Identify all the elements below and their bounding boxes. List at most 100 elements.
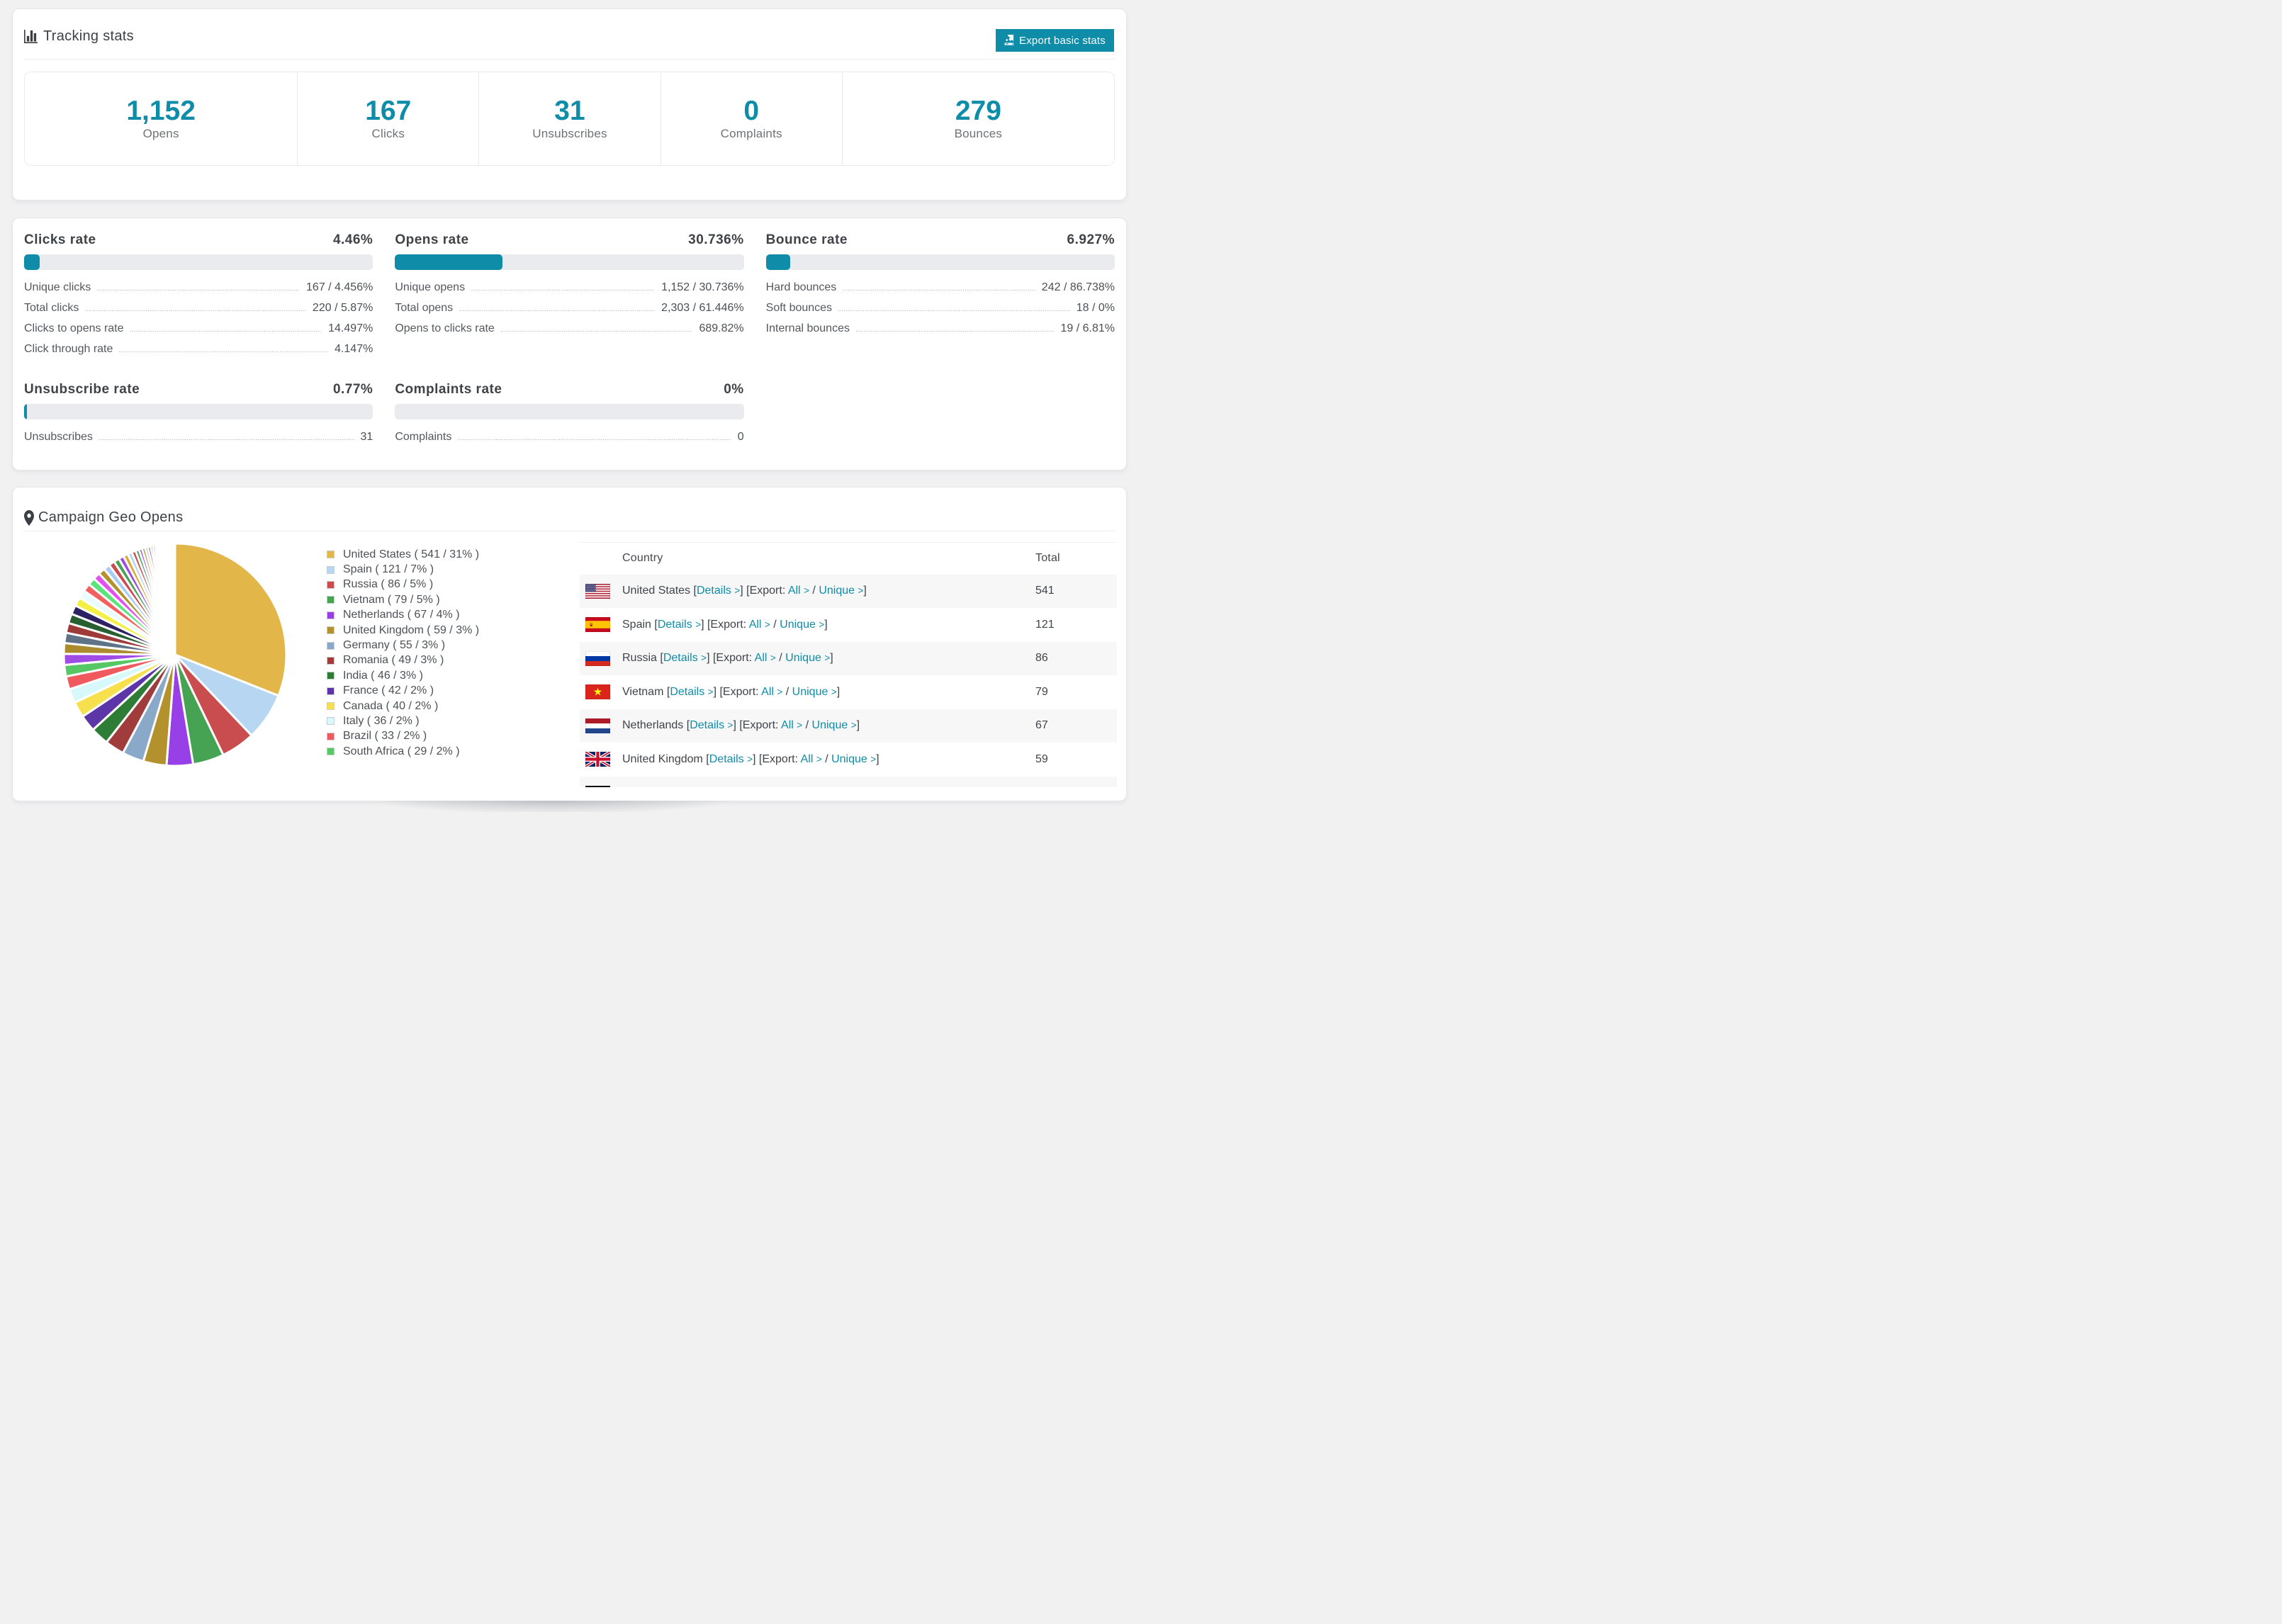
dotted-leader [459,310,656,312]
export-all-link[interactable]: All > [788,585,809,597]
legend-swatch [327,580,335,589]
rate-title: Clicks rate [24,232,96,247]
flag-us-icon [585,583,610,599]
dotted-leader [855,330,1055,332]
flag-column-header [580,542,622,575]
legend-item: South Africa ( 29 / 2% ) [327,744,479,759]
details-link[interactable]: Details > [697,585,740,597]
export-unique-link[interactable]: Unique > [819,585,863,597]
flag-es-icon [585,617,610,633]
export-unique-link[interactable]: Unique > [792,686,837,698]
dotted-leader [500,330,693,332]
country-cell: Vietnam [Details >] [Export: All > / Uni… [622,685,841,698]
stats-strip: 1,152 Opens 167 Clicks 31 Unsubscribes 0 Compla… [24,72,1115,166]
flag-cell [580,675,622,709]
complaints-rate-group: Complaints rate 0% Complaints 0 [395,382,744,447]
export-unique-link[interactable]: Unique > [797,786,842,787]
legend-label: Brazil ( 33 / 2% ) [343,730,427,743]
flag-de-icon [585,785,610,787]
rate-row: Hard bounces 242 / 86.738% [766,277,1115,298]
country-column-header: Country [622,542,1035,575]
country-cell: United States [Details >] [Export: All >… [622,585,867,597]
export-unique-link[interactable]: Unique > [812,719,857,731]
map-pin-icon [24,509,34,526]
legend-item: Netherlands ( 67 / 4% ) [327,608,479,623]
details-link[interactable]: Details > [709,753,753,765]
country-total: 55 [1035,777,1117,787]
rate-row-label: Total opens [395,301,454,314]
stat-label: Opens [142,127,179,141]
rate-title: Opens rate [395,232,469,247]
country-cell: Russia [Details >] [Export: All > / Uniq… [622,652,833,665]
rate-row-value: 4.147% [335,342,373,355]
legend-swatch [327,656,335,665]
clicks-rate-group: Clicks rate 4.46% Unique clicks 167 / 4.456… [24,233,373,359]
legend-swatch [327,626,335,635]
country-total: 59 [1035,752,1048,765]
rate-row-value: 0 [737,430,744,443]
export-all-link[interactable]: All > [749,619,770,631]
geo-table-row-es: Spain [Details >] [Export: All > / Uniqu… [580,608,1117,642]
export-all-link[interactable]: All > [767,786,788,787]
details-link[interactable]: Details > [663,652,707,664]
rate-row: Unique clicks 167 / 4.456% [24,277,373,298]
flag-ru-icon [585,650,610,666]
tracking-stats-header: Tracking stats Export basic stats [13,9,1126,59]
progress-fill [24,254,40,270]
rate-row: Opens to clicks rate 689.82% [395,318,743,339]
legend-swatch [327,641,335,650]
rate-value: 0.77% [332,382,373,397]
details-link[interactable]: Details > [658,619,701,631]
rate-row: Soft bounces 18 / 0% [766,298,1115,318]
legend-label: Netherlands ( 67 / 4% ) [343,609,460,621]
legend-swatch [327,732,335,740]
export-all-link[interactable]: All > [781,719,802,731]
export-basic-stats-button[interactable]: Export basic stats [996,29,1114,52]
country-name: United States [622,585,691,597]
export-unique-link[interactable]: Unique > [785,652,830,664]
legend-item: India ( 46 / 3% ) [327,668,479,683]
stat-value: 31 [554,95,585,126]
stat-label: Complaints [720,127,782,141]
rate-value: 0% [724,382,744,397]
export-icon [1004,35,1014,45]
details-link[interactable]: Details > [670,686,713,698]
progress-fill [765,254,790,270]
legend-label: France ( 42 / 2% ) [343,684,434,697]
legend-label: Spain ( 121 / 7% ) [343,563,434,576]
legend-item: Vietnam ( 79 / 5% ) [327,592,479,607]
country-total: 541 [1035,585,1055,597]
country-total: 121 [1035,618,1055,631]
export-unique-link[interactable]: Unique > [780,619,824,631]
dotted-leader [97,289,300,291]
export-unique-link[interactable]: Unique > [831,753,876,765]
geo-table-row-de: Germany [Details >] [Export: All > / Uni… [580,776,1117,787]
rate-row-value: 242 / 86.738% [1041,281,1115,293]
details-link[interactable]: Details > [690,719,733,731]
details-link[interactable]: Details > [675,786,719,787]
rate-row-label: Opens to clicks rate [395,322,495,334]
stat-clicks: 167 Clicks [297,72,478,165]
legend-swatch [327,687,335,695]
legend-swatch [327,672,335,680]
export-all-link[interactable]: All > [755,652,776,664]
legend-swatch [327,551,335,559]
country-name: Russia [622,652,657,665]
campaign-geo-card: Campaign Geo Opens United States ( 541 /… [12,487,1127,801]
country-cell: United Kingdom [Details >] [Export: All … [622,752,879,765]
bar-chart-icon [24,30,38,43]
rate-row-value: 220 / 5.87% [312,301,373,314]
geo-pie-chart [63,542,287,767]
flag-cell [580,642,622,676]
export-all-link[interactable]: All > [761,686,782,698]
legend-label: Vietnam ( 79 / 5% ) [343,593,440,606]
rate-row-label: Unique opens [395,281,466,293]
rate-row-label: Complaints [395,430,452,443]
flag-nl-icon [585,718,610,733]
flag-cell [580,777,622,787]
country-total: 86 [1035,652,1048,665]
rate-row: Clicks to opens rate 14.497% [24,318,373,339]
export-all-link[interactable]: All > [801,753,822,765]
flag-cell [580,608,622,642]
rate-row-value: 2,303 / 61.446% [661,301,744,314]
